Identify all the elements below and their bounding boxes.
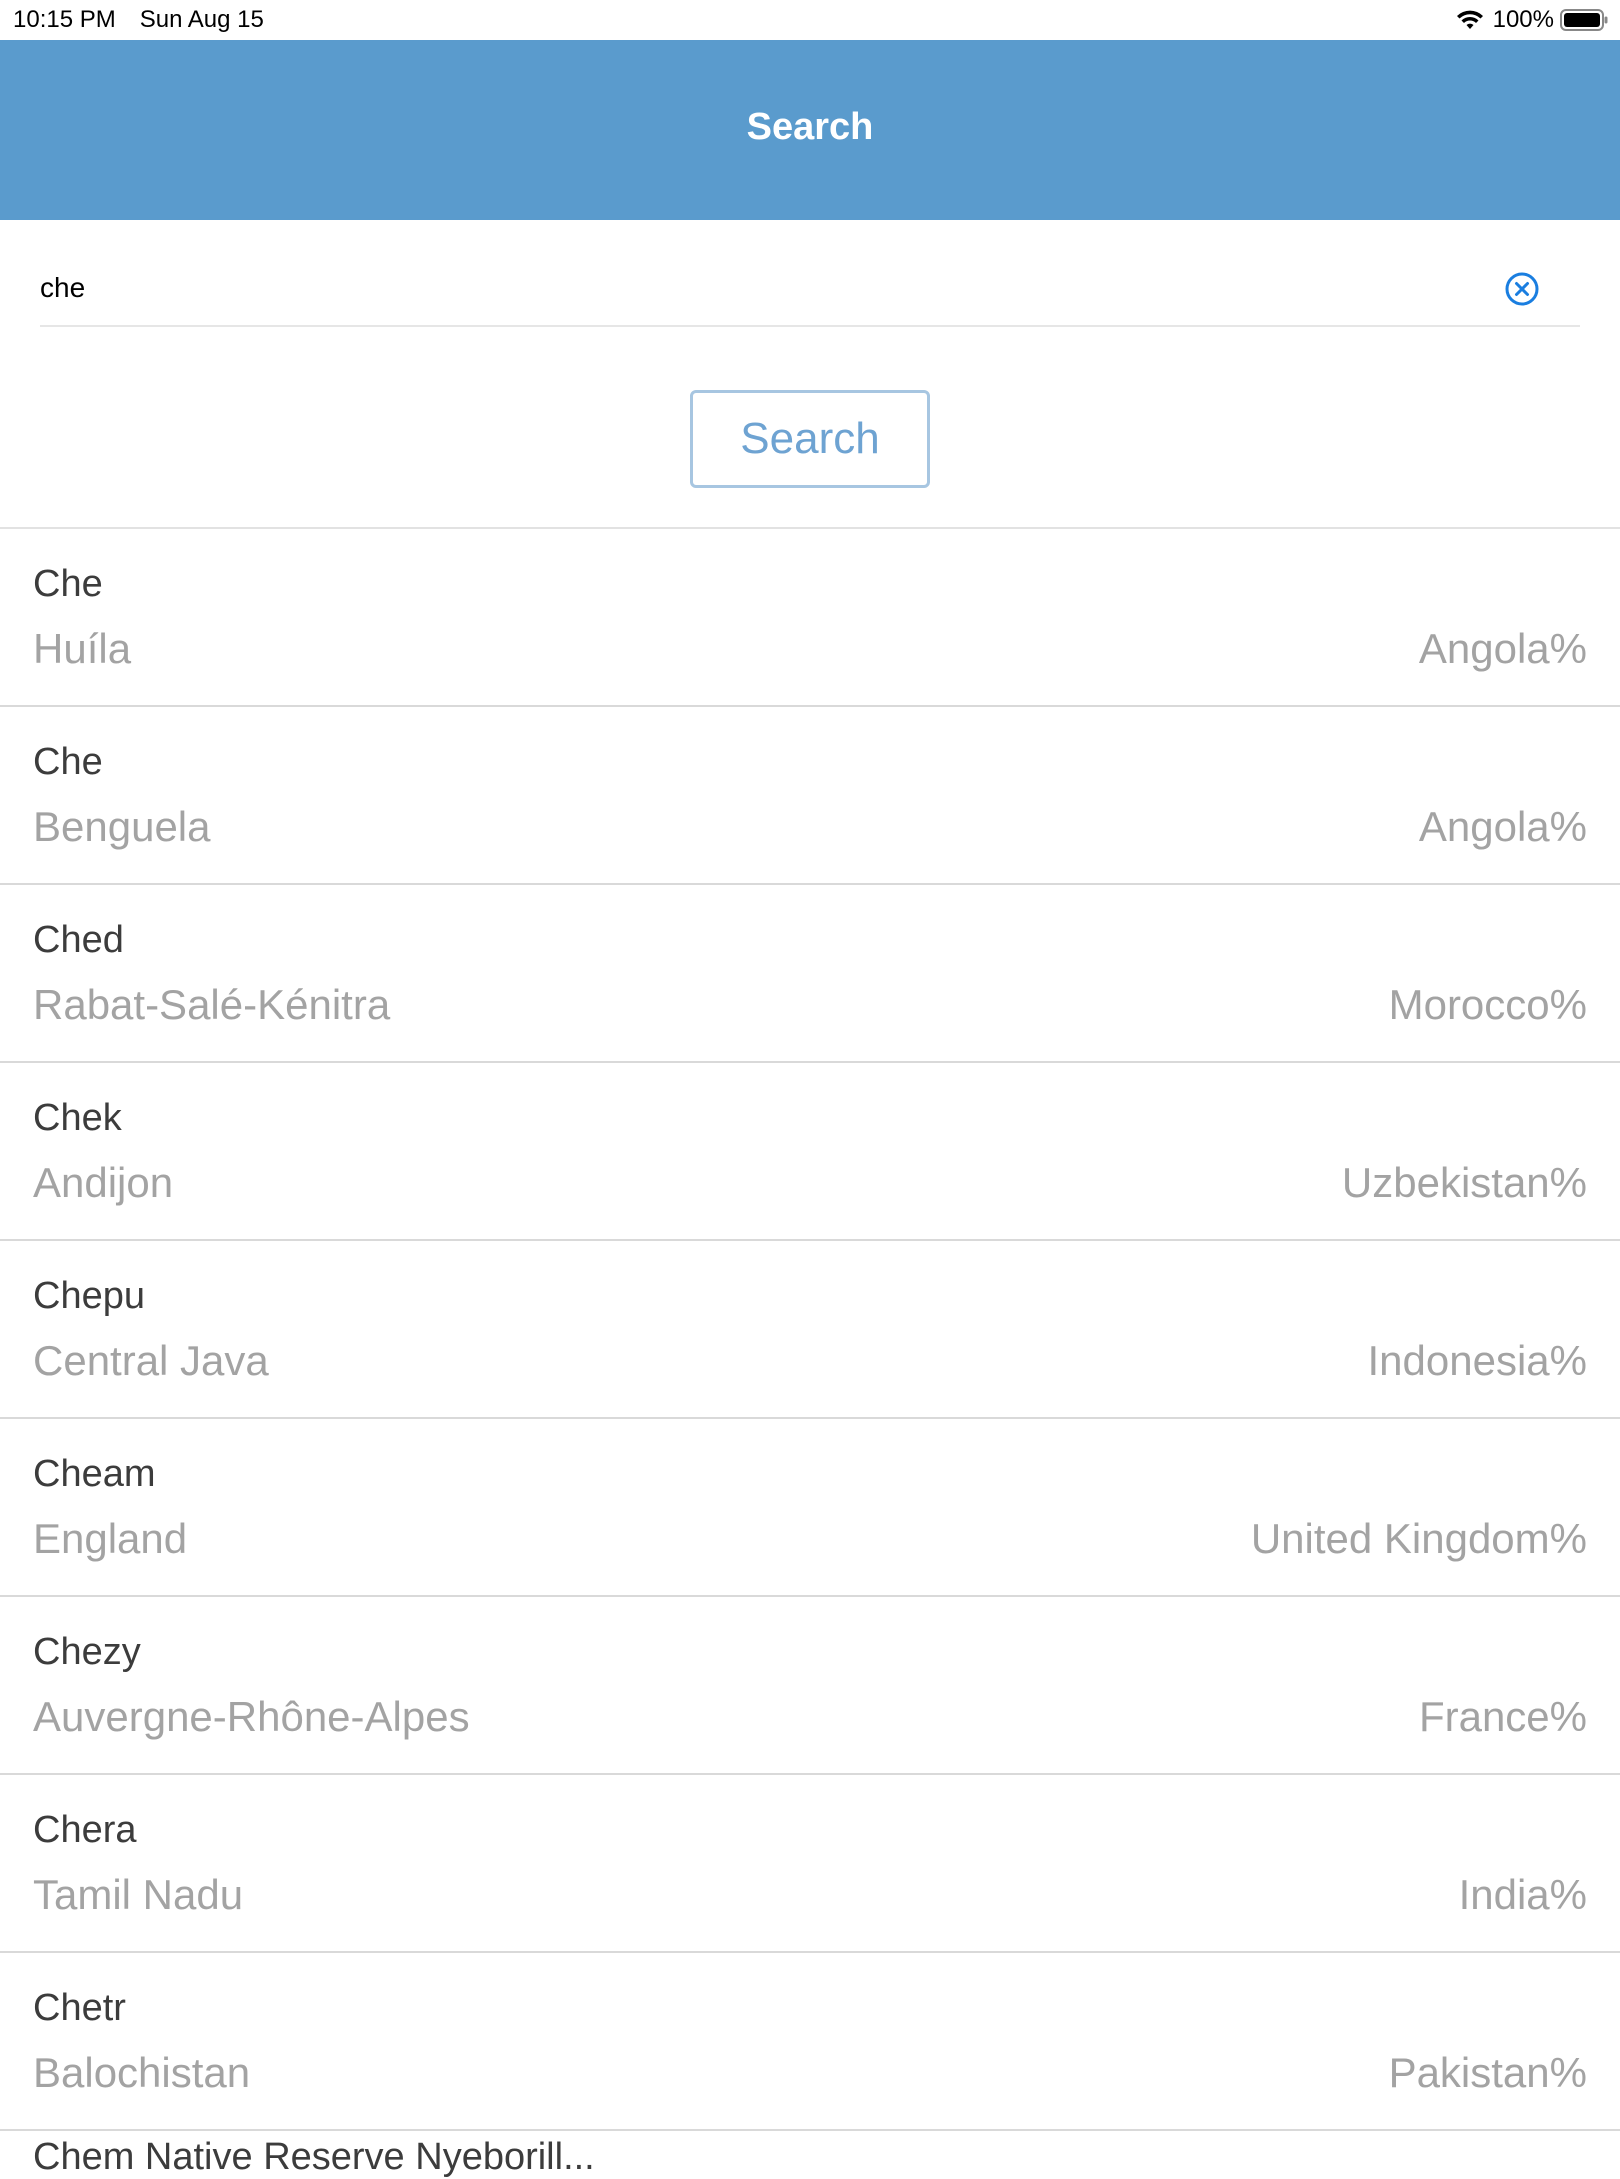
search-input[interactable]	[40, 253, 1510, 323]
result-country: France%	[1418, 1693, 1587, 1740]
result-region: Tamil Nadu	[33, 1871, 244, 1918]
result-country: Angola%	[1418, 625, 1587, 672]
battery-icon	[1560, 9, 1608, 31]
result-row[interactable]: Che Benguela Angola%	[0, 707, 1620, 885]
wifi-icon	[1456, 10, 1483, 29]
search-button[interactable]: Search	[690, 390, 930, 488]
search-field	[40, 253, 1580, 327]
status-date: Sun Aug 15	[139, 6, 264, 33]
result-row[interactable]: Ched Rabat-Salé-Kénitra Morocco%	[0, 885, 1620, 1063]
result-name: Cheam	[33, 1453, 156, 1495]
result-name: Chezy	[33, 1631, 141, 1673]
result-row[interactable]: Chek Andijon Uzbekistan%	[0, 1063, 1620, 1241]
result-name: Che	[33, 563, 103, 605]
clear-circle-x-icon[interactable]	[1504, 271, 1540, 307]
result-region: Andijon	[33, 1159, 174, 1206]
result-row[interactable]: Chepu Central Java Indonesia%	[0, 1241, 1620, 1419]
result-row[interactable]: Cheam England United Kingdom%	[0, 1419, 1620, 1597]
result-region: Balochistan	[33, 2049, 251, 2096]
status-indicators: 100%	[1455, 6, 1608, 34]
result-region: Huíla	[33, 625, 132, 672]
result-name: Chetr	[33, 1987, 126, 2029]
result-name: Ched	[33, 919, 124, 961]
status-time: 10:15 PM	[13, 6, 116, 33]
result-name: Che	[33, 741, 103, 783]
status-bar: 10:15 PM Sun Aug 15 100%	[0, 0, 1620, 40]
result-row[interactable]: Chezy Auvergne-Rhône-Alpes France%	[0, 1597, 1620, 1775]
result-country: Uzbekistan%	[1341, 1159, 1587, 1206]
page-title: Search	[746, 106, 874, 148]
result-country: United Kingdom%	[1250, 1515, 1587, 1562]
result-name: Chera	[33, 1809, 137, 1851]
result-name: Chek	[33, 1097, 122, 1139]
result-name-partial[interactable]: Chem Native Reserve Nyeborill...	[33, 2136, 595, 2179]
results-list: Che Huíla Angola% Che Benguela Angola% C…	[0, 529, 1620, 2131]
result-region: Central Java	[33, 1337, 269, 1384]
result-region: England	[33, 1515, 188, 1562]
result-country: India%	[1458, 1871, 1587, 1918]
result-name: Chepu	[33, 1275, 145, 1317]
navigation-bar: Search	[0, 40, 1620, 220]
battery-percent: 100%	[1492, 6, 1554, 33]
result-country: Angola%	[1418, 803, 1587, 850]
result-region: Auvergne-Rhône-Alpes	[33, 1693, 470, 1740]
result-row[interactable]: Che Huíla Angola%	[0, 529, 1620, 707]
result-country: Indonesia%	[1367, 1337, 1588, 1384]
result-region: Benguela	[33, 803, 211, 850]
result-region: Rabat-Salé-Kénitra	[33, 981, 391, 1028]
status-datetime: 10:15 PM Sun Aug 15	[13, 6, 264, 34]
result-row[interactable]: Chetr Balochistan Pakistan%	[0, 1953, 1620, 2131]
result-country: Pakistan%	[1388, 2049, 1587, 2096]
result-country: Morocco%	[1388, 981, 1587, 1028]
result-row[interactable]: Chera Tamil Nadu India%	[0, 1775, 1620, 1953]
